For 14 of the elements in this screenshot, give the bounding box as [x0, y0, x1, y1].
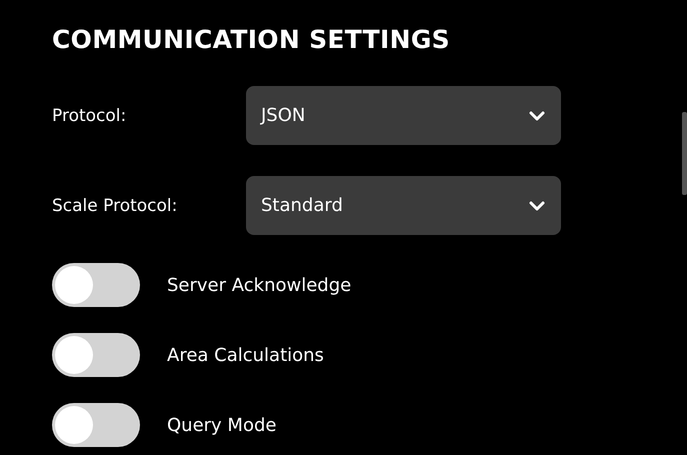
toggle-switch[interactable] [52, 263, 140, 307]
toggle-switch[interactable] [52, 403, 140, 447]
section-title: COMMUNICATION SETTINGS [52, 24, 450, 56]
toggle-switch[interactable] [52, 333, 140, 377]
toggle-label: Area Calculations [167, 344, 324, 366]
dropdown[interactable]: JSON [246, 86, 561, 145]
dropdown[interactable]: Standard [246, 176, 561, 235]
scrollbar[interactable] [682, 112, 687, 195]
field-label: Scale Protocol: [52, 196, 178, 216]
toggle-label: Query Mode [167, 414, 276, 436]
chevron-down-icon [529, 110, 545, 120]
toggle-label: Server Acknowledge [167, 274, 352, 296]
chevron-down-icon [529, 200, 545, 210]
field-label: Protocol: [52, 106, 128, 126]
